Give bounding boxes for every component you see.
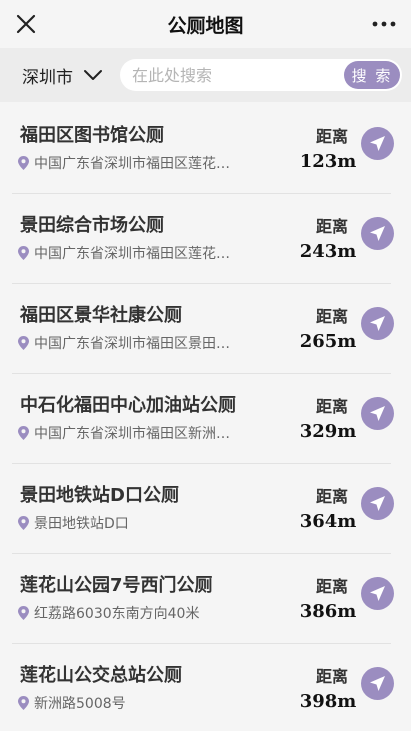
map-pin-icon — [18, 156, 29, 170]
list-item[interactable]: 景田综合市场公厕 中国广东省深圳市福田区莲花… 距离 243m — [0, 194, 411, 284]
city-label: 深圳市 — [22, 67, 73, 88]
search-input[interactable] — [120, 59, 340, 91]
address-text: 新洲路5008号 — [34, 696, 126, 712]
map-pin-icon — [18, 606, 29, 620]
navigation-arrow-icon — [370, 316, 385, 331]
distance-label: 距离 — [315, 127, 348, 146]
distance-label: 距离 — [315, 397, 348, 416]
city-selector[interactable]: 深圳市 — [22, 62, 103, 88]
toilet-name: 福田区图书馆公厕 — [20, 125, 164, 146]
search-box: 搜 索 — [120, 59, 402, 91]
toilet-address: 中国广东省深圳市福田区景田… — [18, 333, 280, 353]
toilet-address: 中国广东省深圳市福田区莲花… — [18, 153, 280, 173]
toilet-name: 莲花山公交总站公厕 — [20, 665, 182, 686]
distance-label: 距离 — [315, 667, 348, 686]
navigation-arrow-icon — [370, 136, 385, 151]
map-pin-icon — [18, 336, 29, 350]
page-title: 公厕地图 — [167, 15, 244, 37]
address-text: 中国广东省深圳市福田区新洲… — [34, 426, 230, 442]
toilet-address: 中国广东省深圳市福田区莲花… — [18, 243, 280, 263]
address-text: 中国广东省深圳市福田区景田… — [34, 336, 230, 352]
list-item[interactable]: 莲花山公交总站公厕 新洲路5008号 距离 398m — [0, 644, 411, 731]
list-item[interactable]: 福田区图书馆公厕 中国广东省深圳市福田区莲花… 距离 123m — [0, 104, 411, 194]
navigate-button[interactable] — [361, 307, 394, 340]
navigate-button[interactable] — [361, 397, 394, 430]
distance-value: 329m — [299, 421, 357, 442]
search-bar: 深圳市 搜 索 — [0, 48, 411, 102]
more-button[interactable] — [371, 12, 397, 36]
navigate-button[interactable] — [361, 217, 394, 250]
distance-label: 距离 — [315, 217, 348, 236]
distance-label: 距离 — [315, 487, 348, 506]
map-pin-icon — [18, 696, 29, 710]
address-text: 中国广东省深圳市福田区莲花… — [34, 156, 230, 172]
map-pin-icon — [18, 426, 29, 440]
navigation-arrow-icon — [370, 406, 385, 421]
address-text: 红荔路6030东南方向40米 — [34, 606, 200, 622]
address-text: 景田地铁站D口 — [34, 516, 129, 532]
toilet-address: 中国广东省深圳市福田区新洲… — [18, 423, 280, 443]
map-pin-icon — [18, 516, 29, 530]
close-button[interactable] — [14, 12, 38, 36]
navigation-arrow-icon — [370, 676, 385, 691]
distance-value: 243m — [299, 241, 357, 262]
map-pin-icon — [18, 246, 29, 260]
address-text: 中国广东省深圳市福田区莲花… — [34, 246, 230, 262]
distance-label: 距离 — [315, 307, 348, 326]
navigate-button[interactable] — [361, 577, 394, 610]
toilet-name: 福田区景华社康公厕 — [20, 305, 182, 326]
navigate-button[interactable] — [361, 127, 394, 160]
distance-value: 265m — [299, 331, 357, 352]
distance-label: 距离 — [315, 577, 348, 596]
distance-value: 364m — [299, 511, 357, 532]
close-icon — [16, 14, 36, 34]
toilet-address: 红荔路6030东南方向40米 — [18, 603, 280, 623]
toilet-name: 莲花山公园7号西门公厕 — [20, 575, 213, 596]
toilet-name: 中石化福田中心加油站公厕 — [20, 395, 236, 416]
toilet-name: 景田综合市场公厕 — [20, 215, 164, 236]
toilet-address: 新洲路5008号 — [18, 693, 280, 713]
navigation-arrow-icon — [370, 496, 385, 511]
list-item[interactable]: 景田地铁站D口公厕 景田地铁站D口 距离 364m — [0, 464, 411, 554]
list-item[interactable]: 莲花山公园7号西门公厕 红荔路6030东南方向40米 距离 386m — [0, 554, 411, 644]
more-dots-icon — [372, 21, 396, 27]
distance-value: 123m — [299, 151, 357, 172]
toilet-address: 景田地铁站D口 — [18, 513, 280, 533]
navigation-arrow-icon — [370, 586, 385, 601]
top-bar: 公厕地图 — [0, 0, 411, 48]
toilet-name: 景田地铁站D口公厕 — [20, 485, 179, 506]
search-button[interactable]: 搜 索 — [344, 61, 400, 89]
navigate-button[interactable] — [361, 487, 394, 520]
toilet-list: 福田区图书馆公厕 中国广东省深圳市福田区莲花… 距离 123m 景田综合市场公厕… — [0, 104, 411, 731]
distance-value: 398m — [299, 691, 357, 712]
chevron-down-icon — [84, 70, 102, 80]
distance-value: 386m — [299, 601, 357, 622]
list-item[interactable]: 福田区景华社康公厕 中国广东省深圳市福田区景田… 距离 265m — [0, 284, 411, 374]
navigation-arrow-icon — [370, 226, 385, 241]
navigate-button[interactable] — [361, 667, 394, 700]
list-item[interactable]: 中石化福田中心加油站公厕 中国广东省深圳市福田区新洲… 距离 329m — [0, 374, 411, 464]
